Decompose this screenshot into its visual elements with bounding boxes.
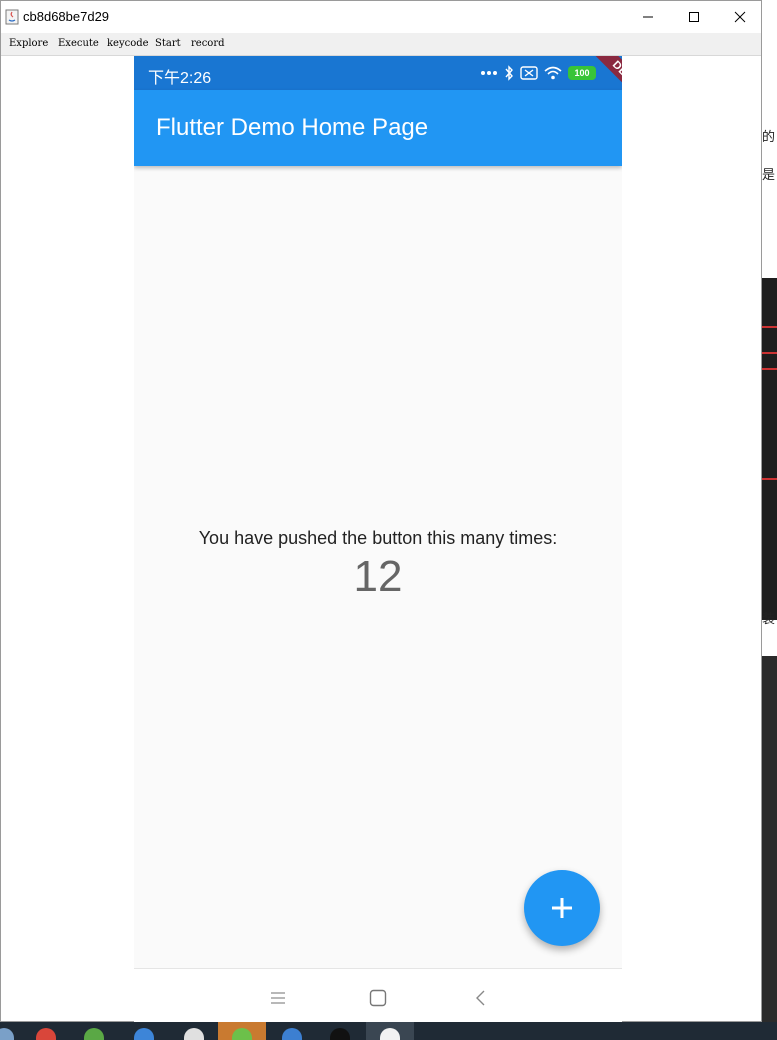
home-icon: [369, 989, 387, 1007]
taskbar-terminal[interactable]: [316, 1022, 364, 1040]
background-text: 装: [762, 612, 776, 627]
android-nav-bar: [134, 968, 622, 1023]
app-icon: [0, 1028, 14, 1040]
java-app-icon: [5, 9, 19, 25]
menu-start[interactable]: Start: [155, 38, 181, 49]
taskbar-vscode[interactable]: [268, 1022, 316, 1040]
wifi-icon: [544, 66, 562, 80]
menu-icon: [271, 992, 285, 1004]
background-window: 的 是 装: [762, 0, 777, 1040]
status-time: 下午2:26: [148, 70, 212, 87]
menu-explore[interactable]: Explore: [9, 38, 48, 49]
phone-screen: 下午2:26 100 Flutter Demo Home Page DEBUG …: [134, 56, 622, 968]
maximize-icon: [689, 12, 699, 22]
minimize-button[interactable]: [625, 1, 671, 33]
page-title: Flutter Demo Home Page: [156, 114, 429, 141]
files-icon: [184, 1028, 204, 1040]
back-icon: [476, 990, 485, 1006]
close-icon: [734, 11, 746, 23]
window-title: cb8d68be7d29: [23, 9, 110, 24]
more-dots-icon: [481, 71, 497, 75]
taskbar-wechat[interactable]: [218, 1022, 266, 1040]
plus-icon: [552, 898, 572, 918]
app-bar: Flutter Demo Home Page: [134, 90, 622, 166]
background-panel: [762, 656, 777, 1040]
bluetooth-icon: [505, 65, 513, 81]
taskbar-app-green[interactable]: [70, 1022, 118, 1040]
counter-label: You have pushed the button this many tim…: [198, 528, 558, 548]
minimize-icon: [643, 16, 653, 18]
background-text: 的: [762, 130, 776, 145]
taskbar: [0, 1022, 777, 1040]
background-terminal: [762, 278, 777, 620]
increment-fab-button[interactable]: [524, 870, 600, 946]
background-text: 是: [762, 168, 776, 183]
status-icons: 100: [480, 65, 596, 81]
chrome-icon: [36, 1028, 56, 1040]
menu-execute[interactable]: Execute: [58, 38, 99, 49]
vscode-icon: [282, 1028, 302, 1040]
menu-bar: Explore Execute keycode Start record: [1, 33, 761, 56]
close-button[interactable]: [717, 1, 763, 33]
menu-record[interactable]: record: [191, 38, 225, 49]
taskbar-java[interactable]: [366, 1022, 414, 1040]
back-button[interactable]: [460, 983, 500, 1013]
java-icon: [380, 1028, 400, 1040]
battery-icon: 100: [568, 66, 596, 80]
status-bar: 下午2:26 100: [134, 56, 622, 90]
taskbar-chrome[interactable]: [22, 1022, 70, 1040]
terminal-icon: [330, 1028, 350, 1040]
title-bar[interactable]: cb8d68be7d29: [1, 1, 761, 33]
taskbar-app-blue[interactable]: [120, 1022, 168, 1040]
maximize-button[interactable]: [671, 1, 717, 33]
home-button[interactable]: [358, 983, 398, 1013]
app-green-icon: [84, 1028, 104, 1040]
recents-button[interactable]: [258, 983, 298, 1013]
menu-keycode[interactable]: keycode: [107, 38, 149, 49]
sim-icon: [520, 66, 538, 80]
counter-value: 12: [353, 552, 403, 601]
taskbar-files[interactable]: [170, 1022, 218, 1040]
app-blue-icon: [134, 1028, 154, 1040]
wechat-icon: [232, 1028, 252, 1040]
